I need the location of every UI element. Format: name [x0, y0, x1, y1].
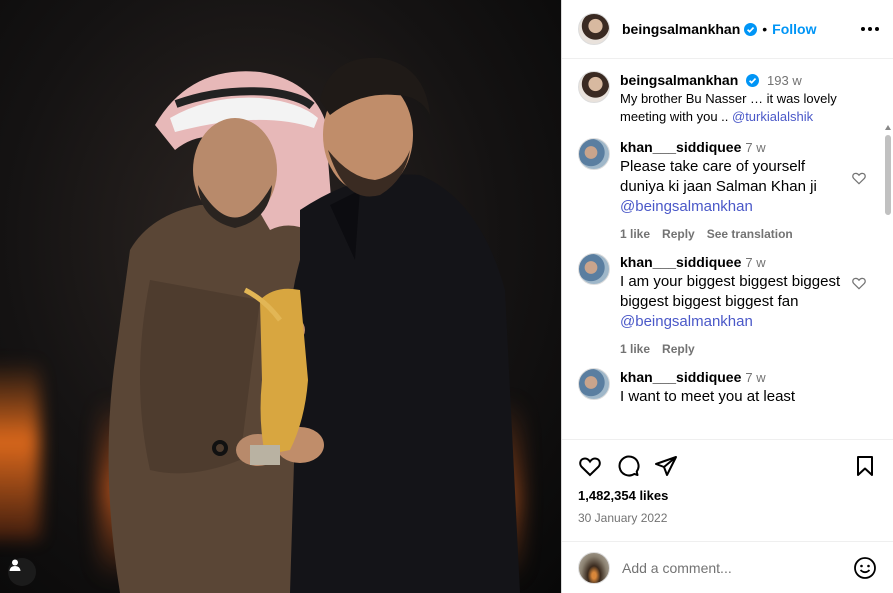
caption-author-avatar[interactable] — [578, 71, 610, 103]
post-details-panel: beingsalmankhan • Follow beingsalmankhan — [561, 0, 893, 593]
list-item: khan___siddiquee 7 w I am your biggest bi… — [578, 253, 867, 356]
save-bookmark-icon[interactable] — [853, 454, 877, 478]
person-icon — [9, 559, 21, 571]
comment-timestamp[interactable]: 7 w — [745, 140, 765, 155]
scroll-thumb[interactable] — [885, 135, 891, 215]
like-heart-icon[interactable] — [578, 454, 602, 478]
list-item: khan___siddiquee 7 w I want to meet you a… — [578, 368, 867, 407]
add-comment-bar — [562, 541, 893, 593]
commenter-username[interactable]: khan___siddiquee — [620, 254, 741, 270]
share-paper-plane-icon[interactable] — [654, 454, 678, 478]
comment-like-heart-icon[interactable] — [851, 170, 867, 186]
comment-timestamp[interactable]: 7 w — [745, 370, 765, 385]
reply-button[interactable]: Reply — [662, 227, 695, 241]
follow-button[interactable]: Follow — [772, 21, 816, 37]
photo-illustration — [108, 57, 520, 593]
right-person-suit — [288, 174, 520, 593]
post-viewer: beingsalmankhan • Follow beingsalmankhan — [0, 0, 893, 593]
caption: beingsalmankhan 193 w My brother Bu Nass… — [578, 71, 867, 126]
comment-mention[interactable]: @beingsalmankhan — [620, 313, 753, 330]
comment-timestamp[interactable]: 7 w — [745, 255, 765, 270]
commenter-avatar[interactable] — [578, 138, 610, 170]
like-count[interactable]: 1,482,354 likes — [578, 488, 877, 503]
comment-bubble-icon[interactable] — [616, 454, 640, 478]
tagged-users-button[interactable] — [8, 558, 36, 586]
verified-badge-icon — [744, 22, 758, 36]
caption-author[interactable]: beingsalmankhan — [620, 72, 738, 88]
comment-input[interactable] — [622, 559, 853, 576]
comment-likes[interactable]: 1 like — [620, 227, 650, 241]
scroll-up-arrow[interactable] — [885, 125, 891, 130]
more-options-icon[interactable] — [861, 27, 879, 31]
comment-likes[interactable]: 1 like — [620, 342, 650, 356]
post-actions: 1,482,354 likes 30 January 2022 — [562, 439, 893, 547]
author-avatar[interactable] — [578, 13, 610, 45]
current-user-avatar — [578, 551, 610, 584]
comment-text: I want to meet you at least — [620, 388, 796, 405]
list-item: khan___siddiquee 7 w Please take care of … — [578, 138, 867, 241]
post-header: beingsalmankhan • Follow — [562, 0, 893, 59]
commenter-avatar[interactable] — [578, 253, 610, 285]
see-translation-button[interactable]: See translation — [707, 227, 793, 241]
comments-list[interactable]: beingsalmankhan 193 w My brother Bu Nass… — [562, 59, 893, 439]
reply-button[interactable]: Reply — [662, 342, 695, 356]
post-photo[interactable] — [0, 0, 561, 593]
commenter-avatar[interactable] — [578, 368, 610, 400]
comment-mention[interactable]: @beingsalmankhan — [620, 198, 753, 215]
caption-timestamp[interactable]: 193 w — [767, 73, 802, 88]
emoji-icon[interactable] — [853, 556, 877, 580]
comment-text: I am your biggest biggest biggest bigges… — [620, 273, 841, 310]
commenter-username[interactable]: khan___siddiquee — [620, 369, 741, 385]
verified-badge-icon — [746, 74, 760, 87]
separator-dot: • — [762, 21, 768, 37]
commenter-username[interactable]: khan___siddiquee — [620, 139, 741, 155]
caption-mention[interactable]: @turkialalshik — [732, 109, 813, 124]
comment-text: Please take care of yourself duniya ki j… — [620, 158, 817, 195]
post-date[interactable]: 30 January 2022 — [578, 511, 877, 525]
comment-like-heart-icon[interactable] — [851, 275, 867, 291]
comments-scrollbar[interactable] — [883, 121, 893, 439]
author-username[interactable]: beingsalmankhan — [622, 21, 740, 37]
